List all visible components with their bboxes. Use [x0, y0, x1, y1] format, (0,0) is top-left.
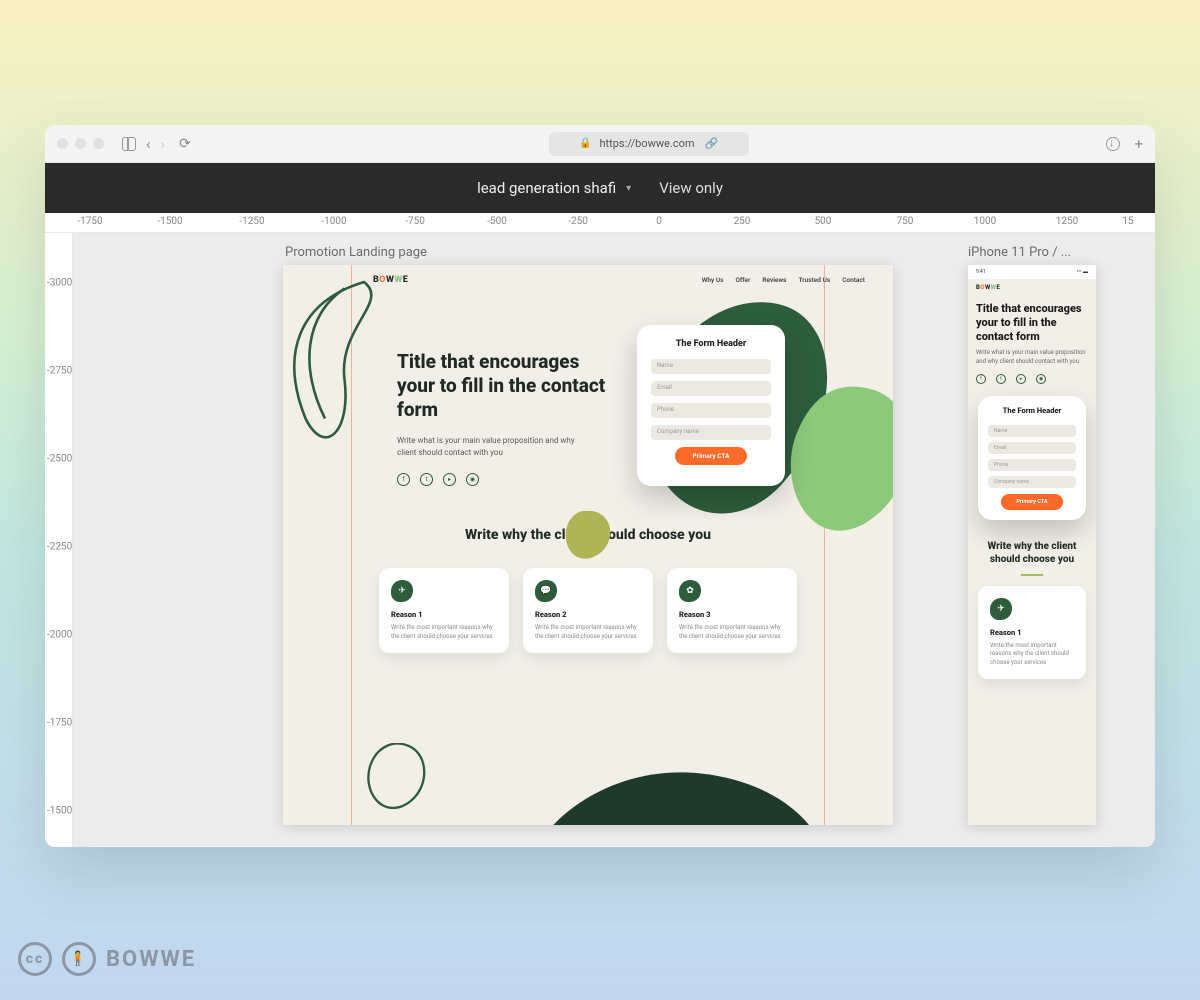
reason-text: Write the most important reasons why the… — [990, 642, 1074, 667]
artboard-mobile[interactable]: 9:41 ••• ▬ BOWWE Title that encourages y… — [968, 265, 1096, 825]
facebook-icon: f — [976, 374, 986, 384]
company-field: Company name — [651, 425, 771, 440]
statusbar-icons: ••• ▬ — [1077, 269, 1088, 275]
reason-card: ✈ Reason 1 Write the most important reas… — [379, 568, 509, 653]
facebook-icon: f — [397, 473, 410, 486]
instagram-icon: ◉ — [466, 473, 479, 486]
form-header: The Form Header — [988, 406, 1076, 415]
mobile-statusbar: 9:41 ••• ▬ — [968, 265, 1096, 279]
reason-text: Write the most important reasons why the… — [535, 624, 641, 641]
nav-link: Why Us — [702, 276, 724, 284]
gear-icon: ✿ — [679, 580, 701, 602]
lock-icon: 🔒 — [579, 138, 591, 149]
statusbar-time: 9:41 — [976, 269, 986, 275]
form-header: The Form Header — [651, 339, 771, 349]
artboard-desktop[interactable]: BOWWE Why Us Offer Reviews Trusted Us Co… — [283, 265, 893, 825]
hero-title: Title that encourages your to fill in th… — [968, 302, 1096, 343]
design-canvas[interactable]: Promotion Landing page iPhone 11 Pro / .… — [73, 233, 1155, 847]
window-controls — [57, 138, 104, 149]
hero-subtitle: Write what is your main value propositio… — [968, 349, 1096, 366]
url-bar[interactable]: 🔒 https://bowwe.com 🔗 — [549, 132, 749, 156]
phone-field: Phone — [651, 403, 771, 418]
primary-cta-button: Primary CTA — [1001, 494, 1063, 510]
mock-logo: BOWWE — [976, 284, 1000, 291]
app-header: lead generation shafi ▾ View only — [45, 163, 1155, 213]
browser-chrome: ‹ › ⟳ 🔒 https://bowwe.com 🔗 + — [45, 125, 1155, 163]
minimize-icon[interactable] — [75, 138, 86, 149]
decor-shape — [363, 743, 433, 813]
nav-link: Reviews — [762, 276, 786, 284]
name-field: Name — [651, 359, 771, 374]
twitter-icon: t — [996, 374, 1006, 384]
decor-shape — [561, 511, 616, 561]
decor-shape — [783, 385, 893, 535]
watermark: cc 🧍 BOWWE — [18, 942, 196, 976]
phone-field: Phone — [988, 459, 1076, 471]
sidebar-toggle-icon[interactable] — [122, 137, 136, 151]
chevron-down-icon: ▾ — [626, 183, 631, 194]
instagram-icon: ◉ — [1036, 374, 1046, 384]
nav-link: Offer — [735, 276, 750, 284]
reason-title: Reason 2 — [535, 610, 641, 619]
close-icon[interactable] — [57, 138, 68, 149]
reason-text: Write the most important reasons why the… — [391, 624, 497, 641]
ruler-horizontal: -1750-1500-1250-1000-750-500-25002505007… — [45, 213, 1155, 233]
maximize-icon[interactable] — [93, 138, 104, 149]
document-title-dropdown[interactable]: lead generation shafi ▾ — [477, 179, 631, 197]
reason-card: ✈ Reason 1 Write the most important reas… — [978, 586, 1086, 679]
browser-window: ‹ › ⟳ 🔒 https://bowwe.com 🔗 + lead gener… — [45, 125, 1155, 847]
link-icon: 🔗 — [705, 137, 719, 150]
forward-button[interactable]: › — [161, 135, 166, 153]
nav-link: Trusted Us — [799, 276, 831, 284]
email-field: Email — [651, 381, 771, 396]
new-tab-button[interactable]: + — [1134, 135, 1143, 153]
hero-subtitle: Write what is your main value propositio… — [397, 435, 577, 459]
twitter-icon: t — [420, 473, 433, 486]
contact-form: The Form Header Name Email Phone Company… — [637, 325, 785, 486]
company-field: Company name — [988, 476, 1076, 488]
youtube-icon: ▸ — [443, 473, 456, 486]
paper-plane-icon: ✈ — [391, 580, 413, 602]
downloads-icon[interactable] — [1106, 137, 1120, 151]
reason-card: 💬 Reason 2 Write the most important reas… — [523, 568, 653, 653]
reason-card: ✿ Reason 3 Write the most important reas… — [667, 568, 797, 653]
watermark-text: BOWWE — [106, 947, 196, 972]
decor-shape — [283, 275, 403, 445]
frame-label-desktop[interactable]: Promotion Landing page — [285, 245, 427, 260]
name-field: Name — [988, 425, 1076, 437]
refresh-button[interactable]: ⟳ — [179, 136, 191, 152]
youtube-icon: ▸ — [1016, 374, 1026, 384]
email-field: Email — [988, 442, 1076, 454]
cc-icon: cc — [18, 942, 52, 976]
nav-link: Contact — [842, 276, 865, 284]
document-title: lead generation shafi — [477, 179, 616, 197]
reason-text: Write the most important reasons why the… — [679, 624, 785, 641]
primary-cta-button: Primary CTA — [675, 447, 747, 465]
social-links: f t ▸ ◉ — [397, 473, 617, 486]
contact-form: The Form Header Name Email Phone Company… — [978, 396, 1086, 520]
reason-title: Reason 3 — [679, 610, 785, 619]
reason-title: Reason 1 — [391, 610, 497, 619]
frame-label-mobile[interactable]: iPhone 11 Pro / ... — [968, 245, 1071, 260]
hero-title: Title that encourages your to fill in th… — [397, 350, 617, 421]
mock-nav-links: Why Us Offer Reviews Trusted Us Contact — [702, 276, 865, 284]
reason-title: Reason 1 — [990, 628, 1074, 637]
section-heading: Write why the client should choose you — [968, 540, 1096, 576]
ruler-vertical: -3000-2750-2500-2250-2000-1750-1500 — [45, 233, 73, 847]
attribution-icon: 🧍 — [62, 942, 96, 976]
view-mode-label: View only — [659, 179, 723, 197]
chat-icon: 💬 — [535, 580, 557, 602]
url-text: https://bowwe.com — [599, 137, 694, 150]
paper-plane-icon: ✈ — [990, 598, 1012, 620]
decor-shape — [513, 765, 863, 825]
back-button[interactable]: ‹ — [146, 135, 151, 153]
